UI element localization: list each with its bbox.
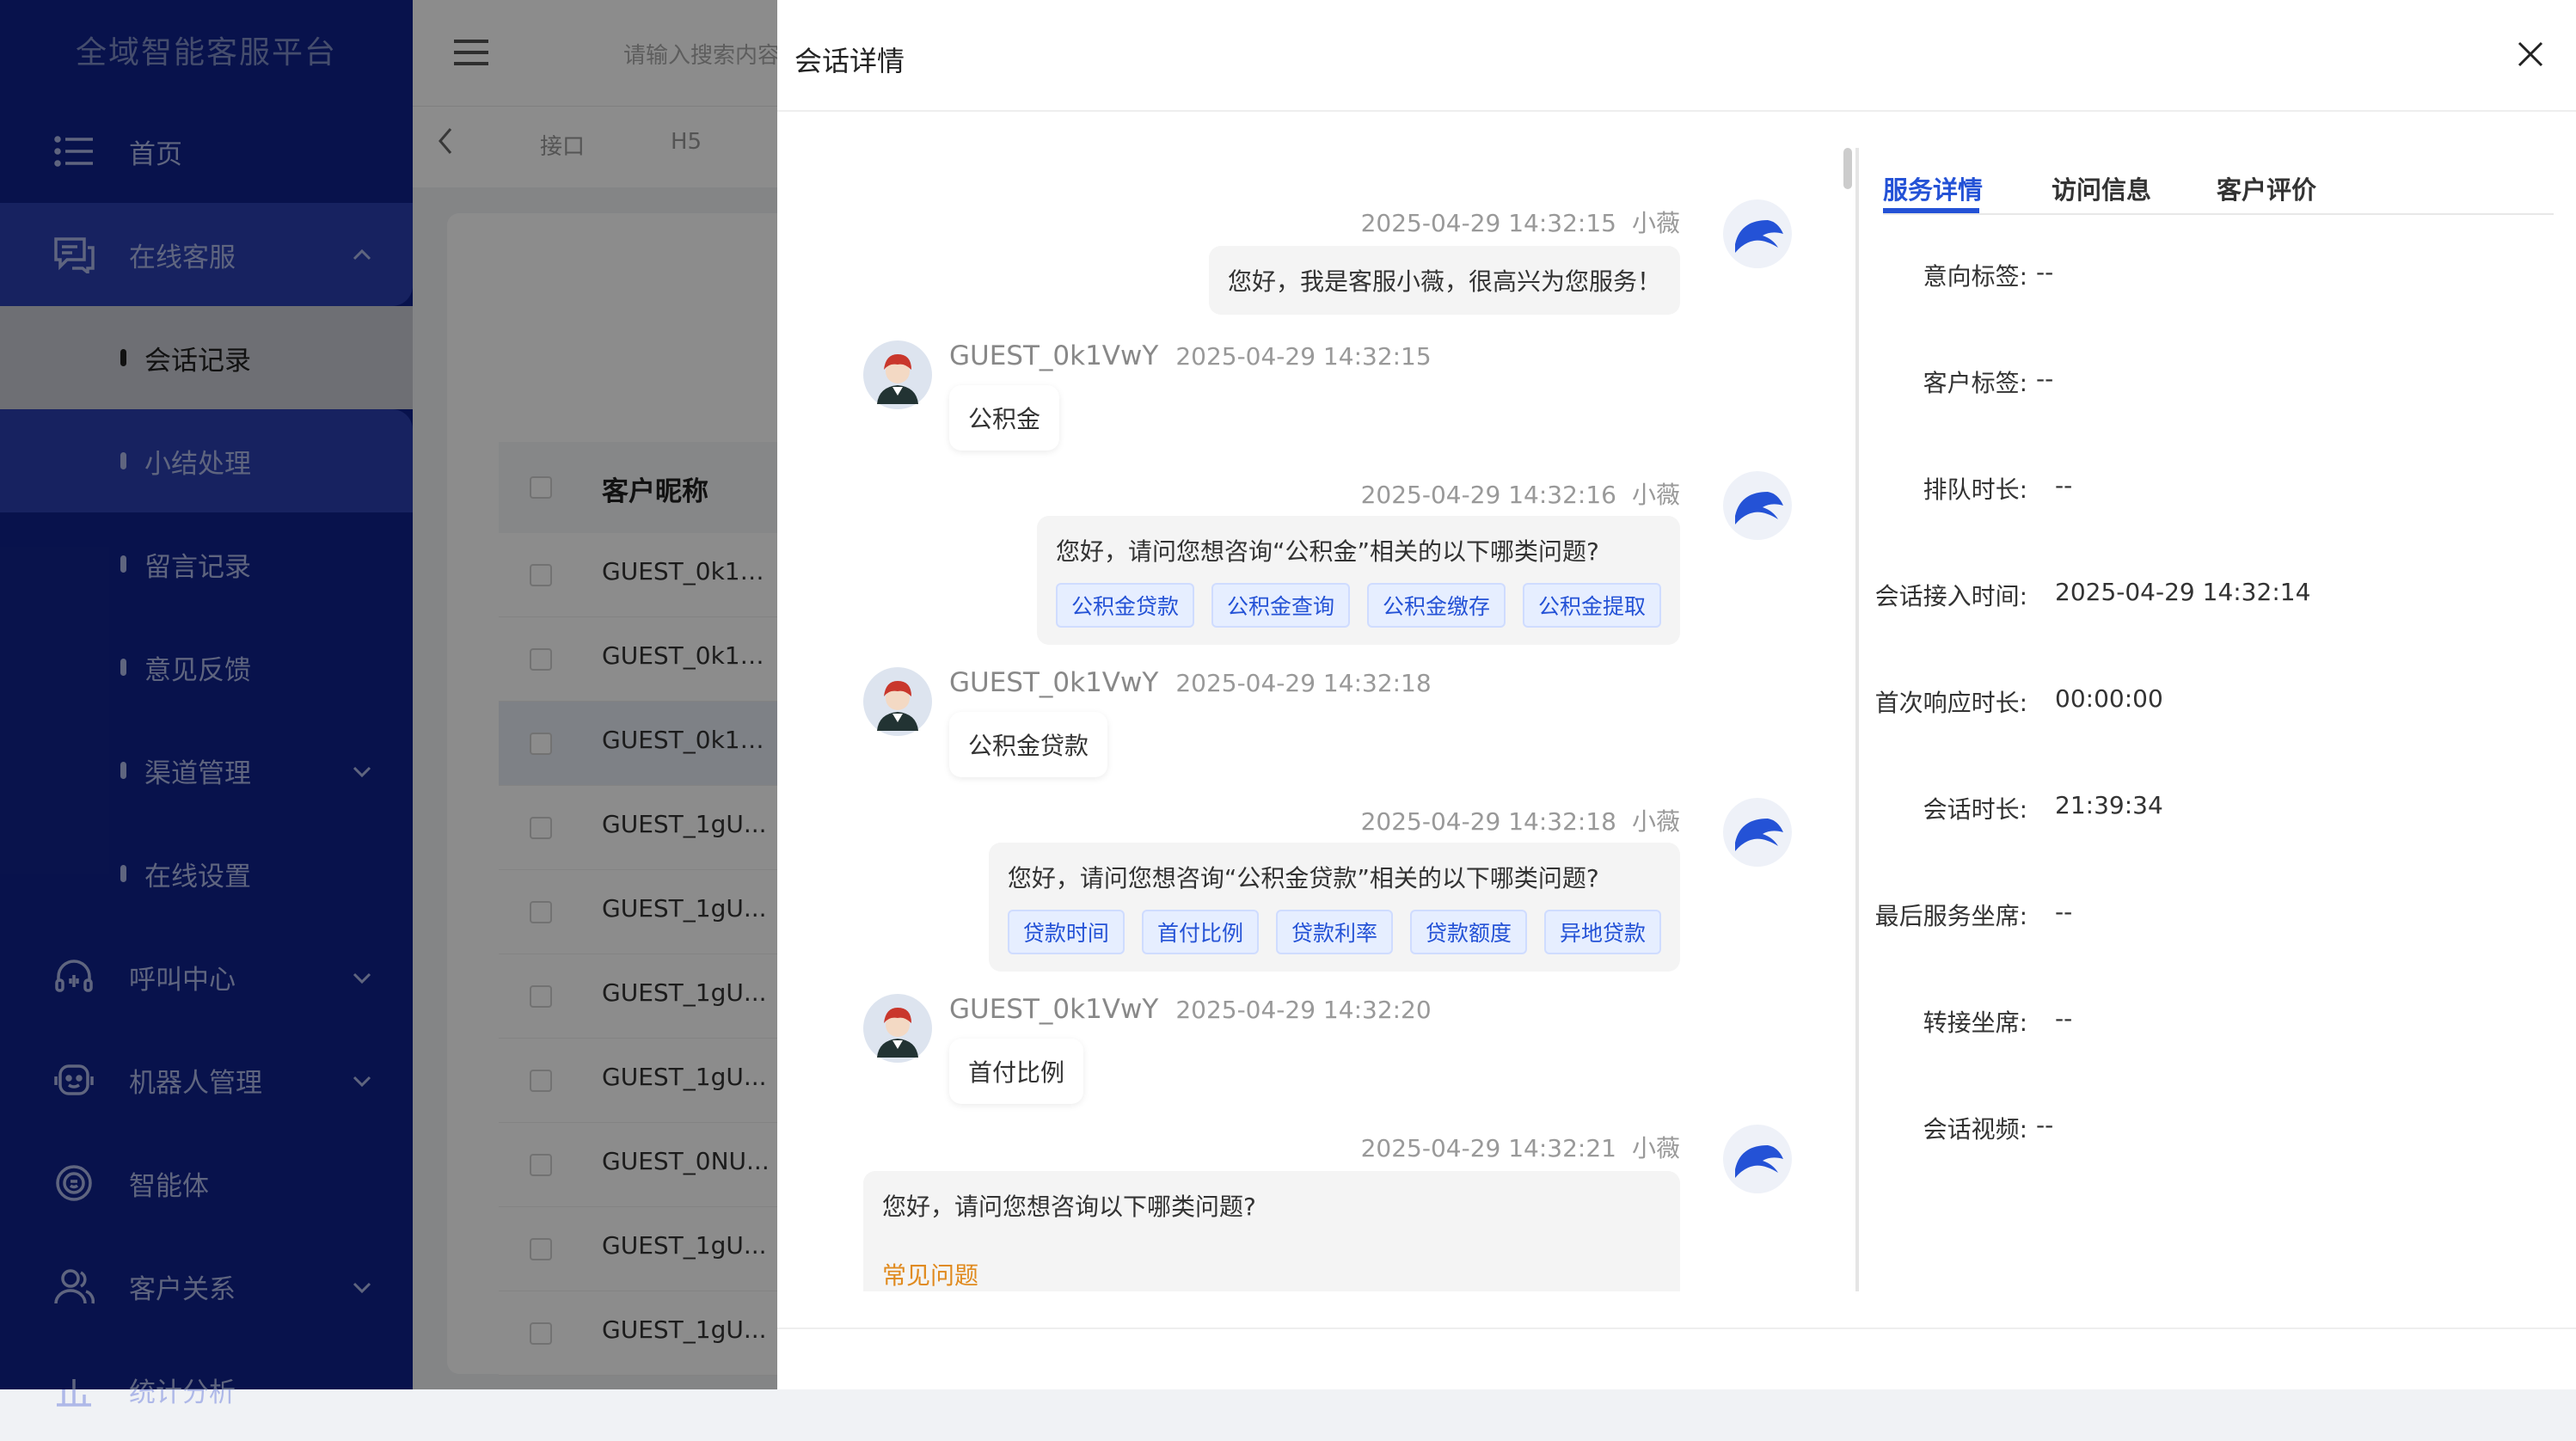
sender-name: 小薇: [1631, 807, 1680, 836]
sender-name: GUEST_0k1VwY: [949, 994, 1159, 1025]
field-value: --: [2055, 471, 2073, 500]
chat-history[interactable]: 2025-04-29 14:32:15 小薇 您好，我是客服小薇，很高兴为您服务！…: [777, 112, 1843, 1291]
field-label: 首次响应时长:: [1874, 689, 2027, 717]
message-bubble: 首付比例: [949, 1039, 1084, 1104]
field-label: 客户标签:: [1923, 369, 2027, 397]
sender-name: GUEST_0k1VwY: [949, 667, 1159, 698]
message-time: 2025-04-29 14:32:21: [1360, 1134, 1616, 1162]
message-text: 您好，请问您想咨询以下哪类问题?: [882, 1193, 1256, 1221]
field-session-duration: 会话时长: 21:39:34: [1883, 791, 2554, 843]
quick-options: 公积金贷款 公积金查询 公积金缴存 公积金提取: [1055, 583, 1661, 628]
field-label: 会话视频:: [1923, 1115, 2027, 1144]
tab-service-details[interactable]: 服务详情: [1883, 170, 1983, 206]
message-meta: 2025-04-29 14:32:21 小薇: [1361, 1130, 1680, 1164]
bot-avatar: [1723, 1125, 1792, 1193]
guest-avatar: [863, 340, 932, 409]
field-value: --: [2055, 1004, 2073, 1033]
bot-avatar: [1723, 199, 1792, 268]
drawer-header: 会话详情: [777, 0, 2576, 112]
quick-option-button[interactable]: 贷款利率: [1275, 910, 1393, 954]
sender-name: 小薇: [1631, 481, 1680, 509]
message-meta: GUEST_0k1VwY 2025-04-29 14:32:15: [949, 340, 1432, 371]
quick-option-button[interactable]: 贷款时间: [1007, 910, 1125, 954]
field-value: 2025-04-29 14:32:14: [2055, 578, 2311, 606]
close-icon[interactable]: [2516, 40, 2545, 69]
message-bubble: 您好，请问您想咨询“公积金贷款”相关的以下哪类问题? 贷款时间 首付比例 贷款利…: [988, 843, 1680, 972]
message-time: 2025-04-29 14:32:20: [1175, 996, 1432, 1024]
guest-avatar: [863, 994, 932, 1063]
field-label: 意向标签:: [1923, 262, 2027, 291]
quick-option-button[interactable]: 公积金贷款: [1055, 583, 1194, 628]
message-bubble: 公积金贷款: [949, 712, 1108, 777]
field-label: 最后服务坐席:: [1874, 902, 2027, 930]
field-value: --: [2036, 365, 2054, 393]
message-time: 2025-04-29 14:32:18: [1175, 669, 1432, 697]
message-meta: 2025-04-29 14:32:18 小薇: [1361, 803, 1680, 837]
quick-option-button[interactable]: 贷款额度: [1409, 910, 1527, 954]
field-last-agent: 最后服务坐席: --: [1875, 898, 2554, 949]
sender-name: 小薇: [1631, 209, 1680, 237]
field-label: 转接坐席:: [1923, 1009, 2027, 1037]
field-value: --: [2055, 898, 2073, 926]
field-label: 会话时长:: [1923, 795, 2027, 824]
message-bubble: 公积金: [949, 385, 1060, 451]
field-label: 会话接入时间:: [1874, 582, 2027, 610]
message-time: 2025-04-29 14:32:15: [1175, 342, 1432, 371]
quick-option-button[interactable]: 公积金提取: [1522, 583, 1661, 628]
session-detail-drawer: 会话详情 2025-04-29 14:32:15 小薇 您好，我是客服小薇，很高兴…: [777, 0, 2576, 1389]
field-value: 00:00:00: [2055, 684, 2163, 713]
detail-tabs: 服务详情 访问信息 客户评价: [1883, 163, 2554, 215]
panel-divider: [1855, 148, 1859, 1291]
message-meta: GUEST_0k1VwY 2025-04-29 14:32:20: [949, 994, 1432, 1025]
message-text: 您好，请问您想咨询“公积金”相关的以下哪类问题?: [1055, 537, 1599, 566]
field-session-video: 会话视频: --: [1883, 1111, 2554, 1162]
tab-visit-info[interactable]: 访问信息: [2052, 170, 2151, 206]
quick-option-button[interactable]: 异地贷款: [1543, 910, 1661, 954]
message-meta: 2025-04-29 14:32:16 小薇: [1361, 476, 1680, 511]
field-queue-duration: 排队时长: --: [1883, 471, 2554, 523]
quick-option-button[interactable]: 公积金查询: [1211, 583, 1350, 628]
active-tab-indicator: [1883, 208, 1979, 213]
message-meta: GUEST_0k1VwY 2025-04-29 14:32:18: [949, 667, 1432, 698]
scrollbar-thumb[interactable]: [1843, 148, 1852, 189]
field-customer-tag: 客户标签: --: [1883, 365, 2554, 416]
drawer-title: 会话详情: [794, 45, 905, 77]
bot-avatar: [1723, 798, 1792, 867]
quick-option-button[interactable]: 首付比例: [1141, 910, 1259, 954]
bot-avatar: [1723, 471, 1792, 540]
field-value: 21:39:34: [2055, 791, 2163, 819]
sender-name: GUEST_0k1VwY: [949, 340, 1159, 371]
message-bubble: 您好，我是客服小薇，很高兴为您服务！: [1208, 246, 1680, 315]
message-time: 2025-04-29 14:32:15: [1360, 209, 1616, 237]
field-intent-tag: 意向标签: --: [1883, 258, 2554, 310]
field-value: --: [2036, 258, 2054, 286]
message-text: 您好，请问您想咨询“公积金贷款”相关的以下哪类问题?: [1007, 864, 1599, 892]
guest-avatar: [863, 667, 932, 736]
field-first-response: 首次响应时长: 00:00:00: [1875, 684, 2554, 736]
field-value: --: [2036, 1111, 2054, 1139]
faq-link[interactable]: 常见问题: [882, 1257, 1661, 1291]
tab-customer-rating[interactable]: 客户评价: [2217, 170, 2316, 206]
drawer-footer: [777, 1328, 2576, 1389]
field-label: 排队时长:: [1923, 475, 2027, 504]
message-time: 2025-04-29 14:32:18: [1360, 807, 1616, 836]
message-meta: 2025-04-29 14:32:15 小薇: [1361, 205, 1680, 239]
message-bubble: 您好，请问您想咨询“公积金”相关的以下哪类问题? 公积金贷款 公积金查询 公积金…: [1036, 516, 1680, 645]
message-time: 2025-04-29 14:32:16: [1360, 481, 1616, 509]
message-bubble: 您好，请问您想咨询以下哪类问题? 常见问题: [863, 1171, 1680, 1291]
sender-name: 小薇: [1631, 1134, 1680, 1162]
quick-option-button[interactable]: 公积金缴存: [1366, 583, 1506, 628]
field-transfer-agent: 转接坐席: --: [1883, 1004, 2554, 1056]
quick-options: 贷款时间 首付比例 贷款利率 贷款额度 异地贷款: [1007, 910, 1661, 954]
detail-panel: 服务详情 访问信息 客户评价 意向标签: -- 客户标签: -- 排队时长: -- 会…: [1875, 112, 2554, 1315]
field-access-time: 会话接入时间: 2025-04-29 14:32:14: [1875, 578, 2554, 629]
